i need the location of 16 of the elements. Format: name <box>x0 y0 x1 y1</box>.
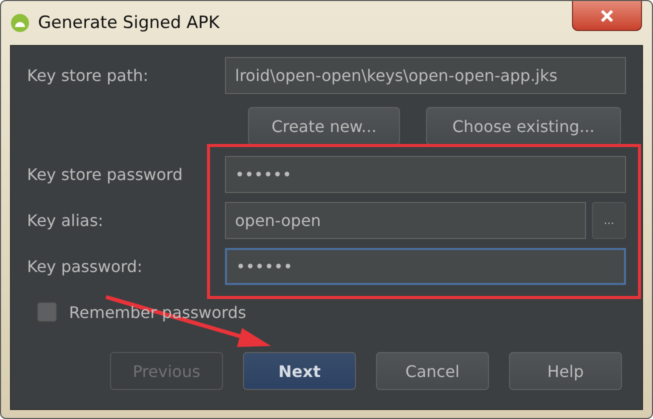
checkbox-label: Remember passwords <box>69 302 246 322</box>
field-label: Key store path: <box>27 66 150 85</box>
dialog-button[interactable]: Help <box>509 352 622 390</box>
text-field[interactable]: •••••• <box>225 156 626 193</box>
dialog-button[interactable]: Cancel <box>376 352 489 390</box>
field-label: Key password: <box>27 257 144 276</box>
text-field[interactable]: •••••• <box>225 248 626 285</box>
window-title: Generate Signed APK <box>38 13 220 33</box>
dialog-button[interactable]: Next <box>243 352 356 390</box>
field-label: Key store password <box>27 165 184 184</box>
choose-existing-button[interactable]: Choose existing... <box>426 107 621 145</box>
text-field[interactable]: lroid\open-open\keys\open-open-app.jks <box>225 57 626 94</box>
field-label: Key alias: <box>27 211 104 230</box>
create-new-button[interactable]: Create new... <box>248 107 400 145</box>
text-field[interactable]: open-open <box>225 202 586 239</box>
browse-button[interactable]: ... <box>592 202 626 239</box>
